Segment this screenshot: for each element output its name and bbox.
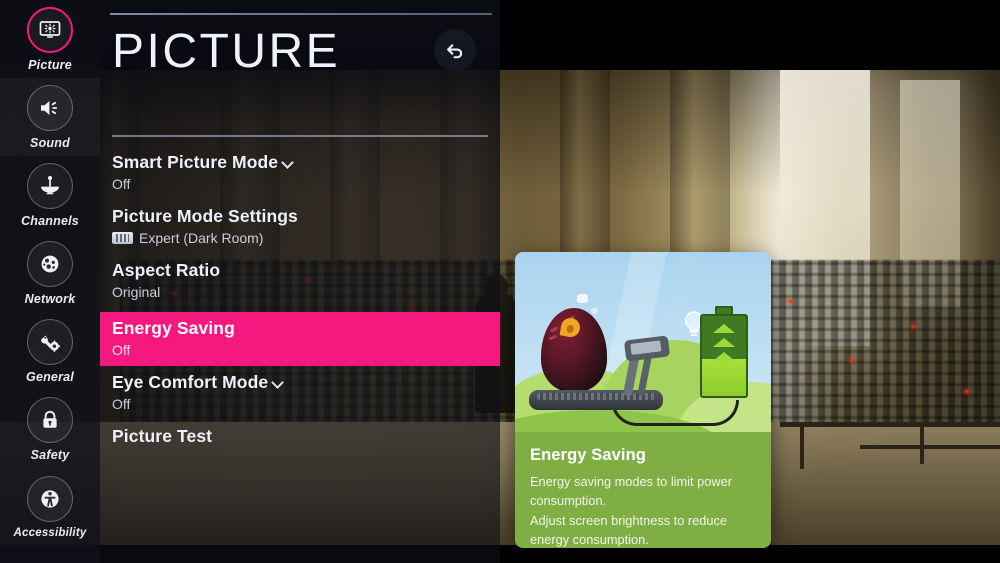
- settings-row-label: Aspect Ratio: [112, 260, 500, 281]
- settings-row-value: Off: [112, 342, 500, 358]
- speaker-icon: [27, 84, 73, 131]
- globe-network-icon: [27, 240, 73, 287]
- sidebar-item-label: Sound: [30, 135, 70, 150]
- settings-row-value: Expert (Dark Room): [112, 230, 500, 246]
- picture-settings-panel: PICTURE Smart Picture Mode Off Picture Mod…: [100, 0, 500, 563]
- settings-row-value-text: Original: [112, 284, 161, 300]
- sidebar-item-label: Accessibility: [13, 526, 87, 539]
- settings-row-value-text: Off: [112, 342, 131, 358]
- settings-list: Smart Picture Mode Off Picture Mode Settin…: [100, 146, 500, 455]
- info-card-energy-saving: Energy Saving Energy saving modes to lim…: [515, 252, 771, 548]
- sidebar-item-sound[interactable]: Sound: [0, 78, 100, 156]
- settings-row-value-text: Off: [112, 396, 131, 412]
- settings-row-label-text: Eye Comfort Mode: [112, 372, 269, 392]
- card-text-block: Energy Saving Energy saving modes to lim…: [515, 432, 771, 548]
- settings-row-energy-saving[interactable]: Energy Saving Off: [100, 312, 500, 366]
- panel-divider: [112, 135, 488, 137]
- settings-row-value: Off: [112, 176, 500, 192]
- battery-icon: [700, 314, 748, 398]
- accessibility-icon: [27, 475, 73, 522]
- page-title: PICTURE: [112, 25, 341, 78]
- chevron-down-icon: [273, 378, 284, 389]
- settings-row-label: Smart Picture Mode: [112, 152, 500, 173]
- settings-row-eye-comfort-mode[interactable]: Eye Comfort Mode Off: [100, 366, 500, 420]
- settings-row-picture-test[interactable]: Picture Test: [100, 420, 500, 455]
- settings-row-label-text: Energy Saving: [112, 318, 235, 338]
- sidebar-item-accessibility[interactable]: Accessibility: [0, 468, 100, 546]
- sidebar-item-label: Picture: [28, 57, 72, 72]
- lock-icon: [27, 396, 73, 443]
- card-illustration: [515, 252, 771, 432]
- back-arrow-icon: [447, 44, 463, 59]
- settings-row-label-text: Aspect Ratio: [112, 260, 221, 280]
- settings-row-label-text: Picture Mode Settings: [112, 206, 298, 226]
- wrench-gear-icon: [27, 318, 73, 365]
- sidebar-item-label: Network: [24, 291, 76, 306]
- satellite-dish-icon: [27, 162, 73, 209]
- card-description: Energy saving modes to limit power consu…: [530, 472, 756, 548]
- settings-row-label-text: Smart Picture Mode: [112, 152, 279, 172]
- card-desc-line-1: Energy saving modes to limit power: [530, 474, 732, 489]
- settings-row-value-text: Off: [112, 176, 131, 192]
- chevron-down-icon: [283, 158, 294, 169]
- settings-row-smart-picture-mode[interactable]: Smart Picture Mode Off: [100, 146, 500, 200]
- settings-row-value: Off: [112, 396, 500, 412]
- panel-top-rule: [110, 13, 492, 15]
- back-button[interactable]: [434, 29, 476, 71]
- settings-row-label-text: Picture Test: [112, 426, 213, 446]
- sidebar-item-label: General: [26, 369, 74, 384]
- settings-row-value-text: Expert (Dark Room): [139, 230, 264, 246]
- tv-picture-icon: [27, 6, 73, 53]
- isf-certification-badge-icon: [112, 232, 133, 244]
- sidebar-item-safety[interactable]: Safety: [0, 390, 100, 468]
- settings-row-aspect-ratio[interactable]: Aspect Ratio Original: [100, 254, 500, 308]
- settings-row-picture-mode-settings[interactable]: Picture Mode Settings Expert (Dark Room): [100, 200, 500, 254]
- settings-row-label: Picture Mode Settings: [112, 206, 500, 227]
- settings-sidebar: Picture Sound Channels Network General Safety…: [0, 0, 100, 563]
- sidebar-item-network[interactable]: Network: [0, 234, 100, 312]
- settings-row-label: Energy Saving: [112, 318, 500, 339]
- card-desc-line-2: consumption.: [530, 493, 607, 509]
- card-desc-line-4: energy consumption.: [530, 532, 649, 548]
- sidebar-item-channels[interactable]: Channels: [0, 156, 100, 234]
- sidebar-item-picture[interactable]: Picture: [0, 0, 100, 78]
- sidebar-item-label: Safety: [30, 447, 70, 462]
- sidebar-item-general[interactable]: General: [0, 312, 100, 390]
- settings-row-label: Picture Test: [112, 426, 500, 447]
- settings-row-label: Eye Comfort Mode: [112, 372, 500, 393]
- settings-row-value: Original: [112, 284, 500, 300]
- sidebar-item-label: Channels: [21, 213, 79, 228]
- card-desc-line-3: Adjust screen brightness to reduce: [530, 512, 728, 528]
- card-title: Energy Saving: [530, 446, 646, 464]
